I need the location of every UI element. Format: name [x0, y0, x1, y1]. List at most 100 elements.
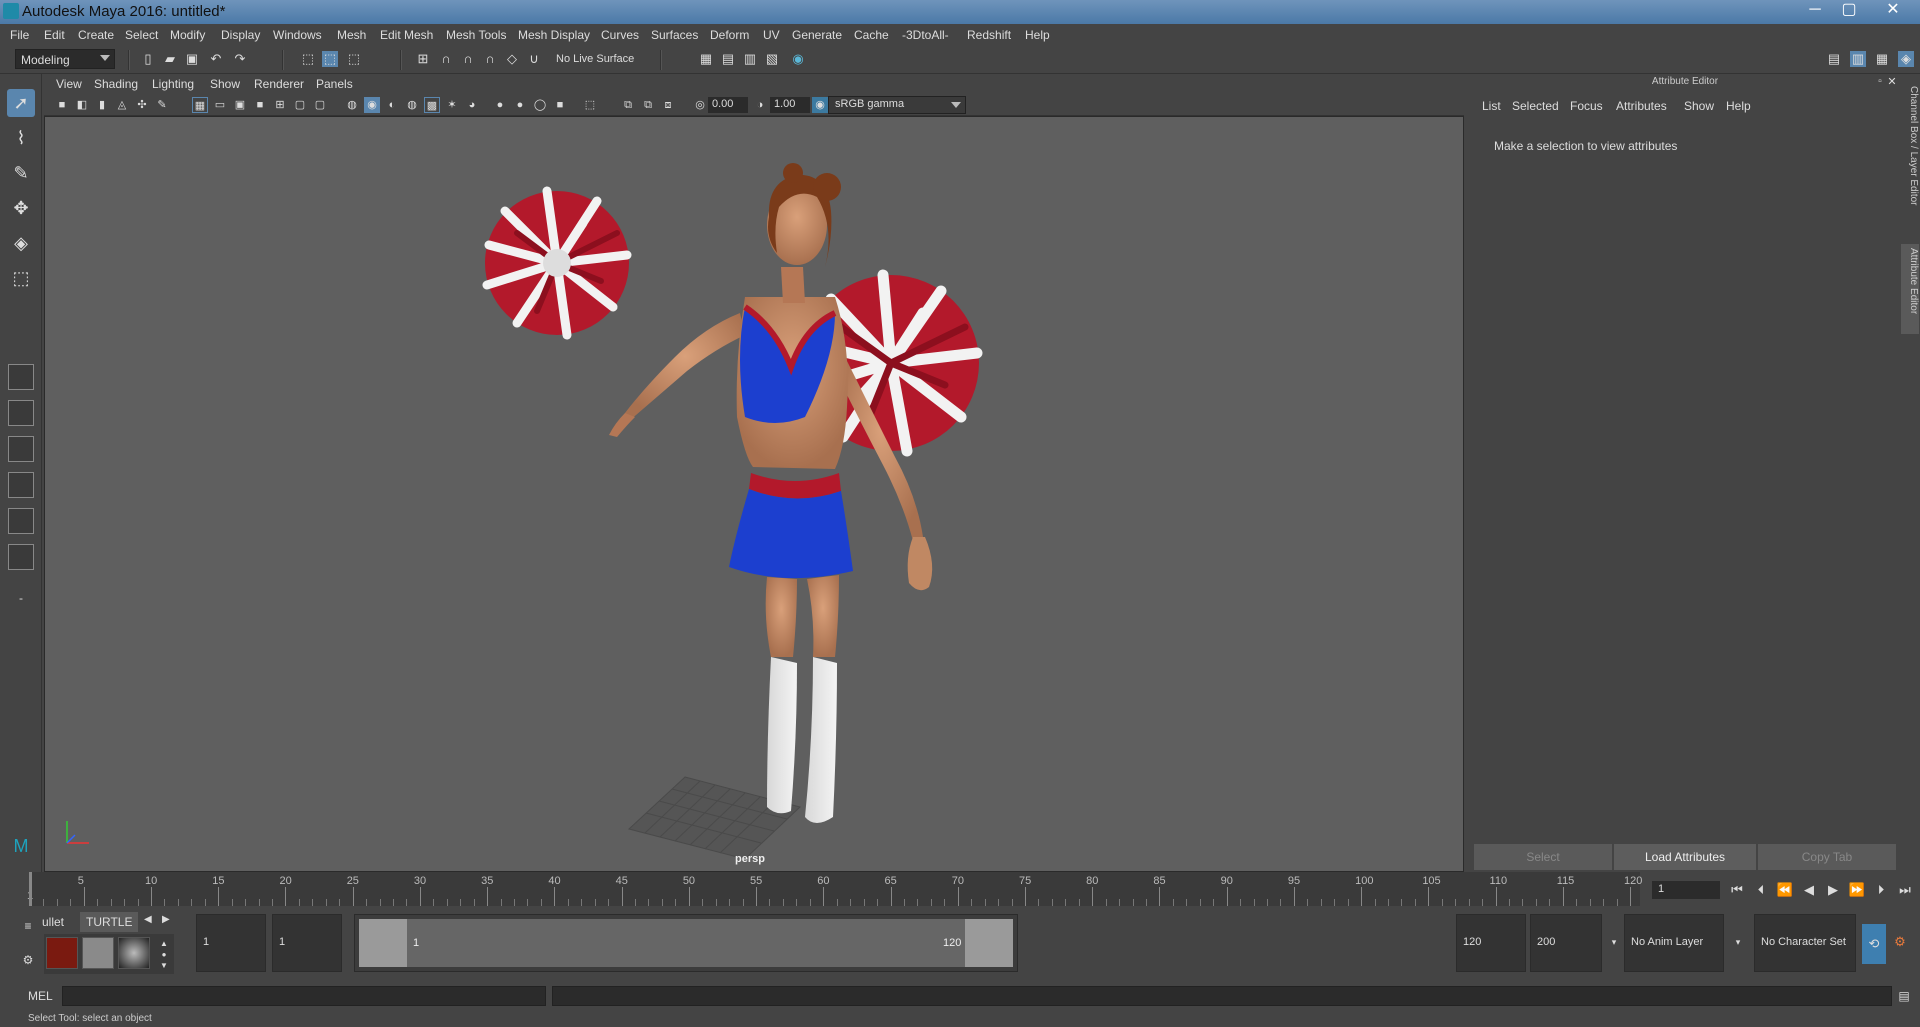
chevron-down-icon[interactable]: ▾ — [1730, 934, 1746, 950]
depth-of-field-icon[interactable]: ■ — [552, 97, 568, 113]
persp-graph-layout-icon[interactable] — [8, 472, 34, 498]
open-scene-icon[interactable]: ▰ — [162, 51, 178, 67]
scale-tool-icon[interactable]: ⬚ — [7, 264, 35, 292]
step-forward-key-icon[interactable]: ⏩ — [1848, 880, 1866, 900]
command-input[interactable] — [62, 986, 546, 1006]
film-gate-icon[interactable]: ▭ — [212, 97, 228, 113]
bookmark-icon[interactable]: ▮ — [94, 97, 110, 113]
turtle-render-icon[interactable] — [46, 937, 78, 969]
persp-outliner-layout-icon[interactable] — [8, 436, 34, 462]
shadows-icon[interactable]: ◕ — [464, 97, 480, 113]
viewport-scene[interactable]: persp — [44, 116, 1464, 872]
new-scene-icon[interactable]: ▯ — [140, 51, 156, 67]
snap-grid-icon[interactable]: ⊞ — [415, 51, 431, 67]
snap-view-plane-icon[interactable]: ∩ — [482, 51, 498, 67]
menu-create[interactable]: Create — [78, 28, 114, 42]
menu-generate[interactable]: Generate — [792, 28, 842, 42]
resolution-gate-icon[interactable]: ▣ — [232, 97, 248, 113]
render-view-icon[interactable]: ▦ — [698, 51, 714, 67]
menu-display[interactable]: Display — [221, 28, 260, 42]
ae-menu-help[interactable]: Help — [1726, 99, 1751, 113]
render-current-icon[interactable]: ▤ — [720, 51, 736, 67]
panel-menu-lighting[interactable]: Lighting — [152, 77, 194, 91]
collapse-icon[interactable]: - — [7, 584, 35, 612]
wireframe-icon[interactable]: ◍ — [344, 97, 360, 113]
hypershade-icon[interactable]: ◉ — [790, 51, 806, 67]
animation-preferences-icon[interactable]: ⚙ — [1892, 934, 1908, 950]
paint-select-tool-icon[interactable]: ✎ — [7, 159, 35, 187]
move-tool-icon[interactable]: ✥ — [7, 194, 35, 222]
go-to-start-icon[interactable]: ⏮ — [1728, 880, 1746, 900]
range-start-handle[interactable] — [359, 919, 407, 967]
shelf-scroll-down-icon[interactable]: ▼ — [156, 958, 172, 974]
copy-tab-button[interactable]: Copy Tab — [1758, 844, 1896, 870]
save-scene-icon[interactable]: ▣ — [184, 51, 200, 67]
lasso-tool-icon[interactable]: ⌇ — [7, 124, 35, 152]
select-object-icon[interactable]: ⬚ — [322, 51, 338, 67]
character-set-field[interactable]: No Character Set — [1754, 914, 1856, 972]
chevron-down-icon[interactable]: ▾ — [1606, 934, 1622, 950]
safe-title-icon[interactable]: ▢ — [312, 97, 328, 113]
xray-components-icon[interactable]: ⧈ — [660, 97, 676, 113]
grid-icon[interactable]: ▦ — [192, 97, 208, 113]
play-forwards-icon[interactable]: ▶ — [1824, 880, 1842, 900]
select-tool-icon[interactable]: ➚ — [7, 89, 35, 117]
turtle-surface-icon[interactable] — [118, 937, 150, 969]
anim-layer-field[interactable]: No Anim Layer — [1624, 914, 1724, 972]
select-hierarchy-icon[interactable]: ⬚ — [300, 51, 316, 67]
menuset-dropdown[interactable]: Modeling — [15, 49, 115, 69]
hypershade-layout-icon[interactable] — [8, 544, 34, 570]
anti-aliasing-icon[interactable]: ◯ — [532, 97, 548, 113]
current-frame-field[interactable]: 1 — [1652, 881, 1720, 899]
turtle-bake-icon[interactable] — [82, 937, 114, 969]
close-button[interactable]: ✕ — [1878, 0, 1908, 22]
tab-attribute-editor[interactable]: Attribute Editor — [1901, 244, 1919, 334]
isolate-select-icon[interactable]: ⬚ — [582, 97, 598, 113]
camera-select-icon[interactable]: ■ — [54, 97, 70, 113]
xray-joints-icon[interactable]: ⧉ — [640, 97, 656, 113]
panel-menu-show[interactable]: Show — [210, 77, 240, 91]
motion-blur-icon[interactable]: ● — [512, 97, 528, 113]
play-backwards-icon[interactable]: ◀ — [1800, 880, 1818, 900]
panel-menu-view[interactable]: View — [56, 77, 82, 91]
gamma-field[interactable]: 1.00 — [770, 97, 810, 113]
snap-point-icon[interactable]: ∩ — [460, 51, 476, 67]
menu-surfaces[interactable]: Surfaces — [651, 28, 698, 42]
textured-icon[interactable]: ▩ — [424, 97, 440, 113]
redo-icon[interactable]: ↷ — [232, 51, 248, 67]
ae-menu-attributes[interactable]: Attributes — [1616, 99, 1667, 113]
ae-menu-show[interactable]: Show — [1684, 99, 1714, 113]
menu-mesh[interactable]: Mesh — [337, 28, 366, 42]
menu-edit-mesh[interactable]: Edit Mesh — [380, 28, 433, 42]
exposure-field[interactable]: 0.00 — [708, 97, 748, 113]
shelf-settings-icon[interactable]: ⚙ — [20, 952, 36, 968]
playback-end-field[interactable]: 120 — [1456, 914, 1526, 972]
menu-uv[interactable]: UV — [763, 28, 780, 42]
exposure-icon[interactable]: ◎ — [692, 97, 708, 113]
shelf-next-icon[interactable]: ▶ — [162, 914, 170, 925]
step-back-key-icon[interactable]: ⏪ — [1776, 880, 1794, 900]
live-surface-label[interactable]: No Live Surface — [556, 53, 634, 65]
safe-action-icon[interactable]: ▢ — [292, 97, 308, 113]
auto-key-icon[interactable]: ⟲ — [1862, 924, 1886, 964]
shelf-prev-icon[interactable]: ◀ — [144, 914, 152, 925]
menu-cache[interactable]: Cache — [854, 28, 889, 42]
load-attributes-button[interactable]: Load Attributes — [1614, 844, 1756, 870]
ae-menu-list[interactable]: List — [1482, 99, 1501, 113]
ae-menu-selected[interactable]: Selected — [1512, 99, 1559, 113]
menu-mesh-display[interactable]: Mesh Display — [518, 28, 590, 42]
outliner-layout-icon[interactable] — [8, 508, 34, 534]
range-end-handle[interactable] — [965, 919, 1013, 967]
undo-icon[interactable]: ↶ — [208, 51, 224, 67]
command-language-label[interactable]: MEL — [28, 989, 53, 1003]
grease-pencil-icon[interactable]: ✎ — [154, 97, 170, 113]
gamma-icon[interactable]: ◑ — [752, 97, 768, 113]
camera-attributes-icon[interactable]: ◧ — [74, 97, 90, 113]
bounding-box-icon[interactable]: ◍ — [404, 97, 420, 113]
render-settings-icon[interactable]: ▧ — [764, 51, 780, 67]
menu-3dtoall[interactable]: -3DtoAll- — [902, 28, 949, 42]
snap-magnet-icon[interactable]: ∪ — [526, 51, 542, 67]
menu-windows[interactable]: Windows — [273, 28, 322, 42]
menu-help[interactable]: Help — [1025, 28, 1050, 42]
playhead[interactable] — [29, 872, 32, 906]
